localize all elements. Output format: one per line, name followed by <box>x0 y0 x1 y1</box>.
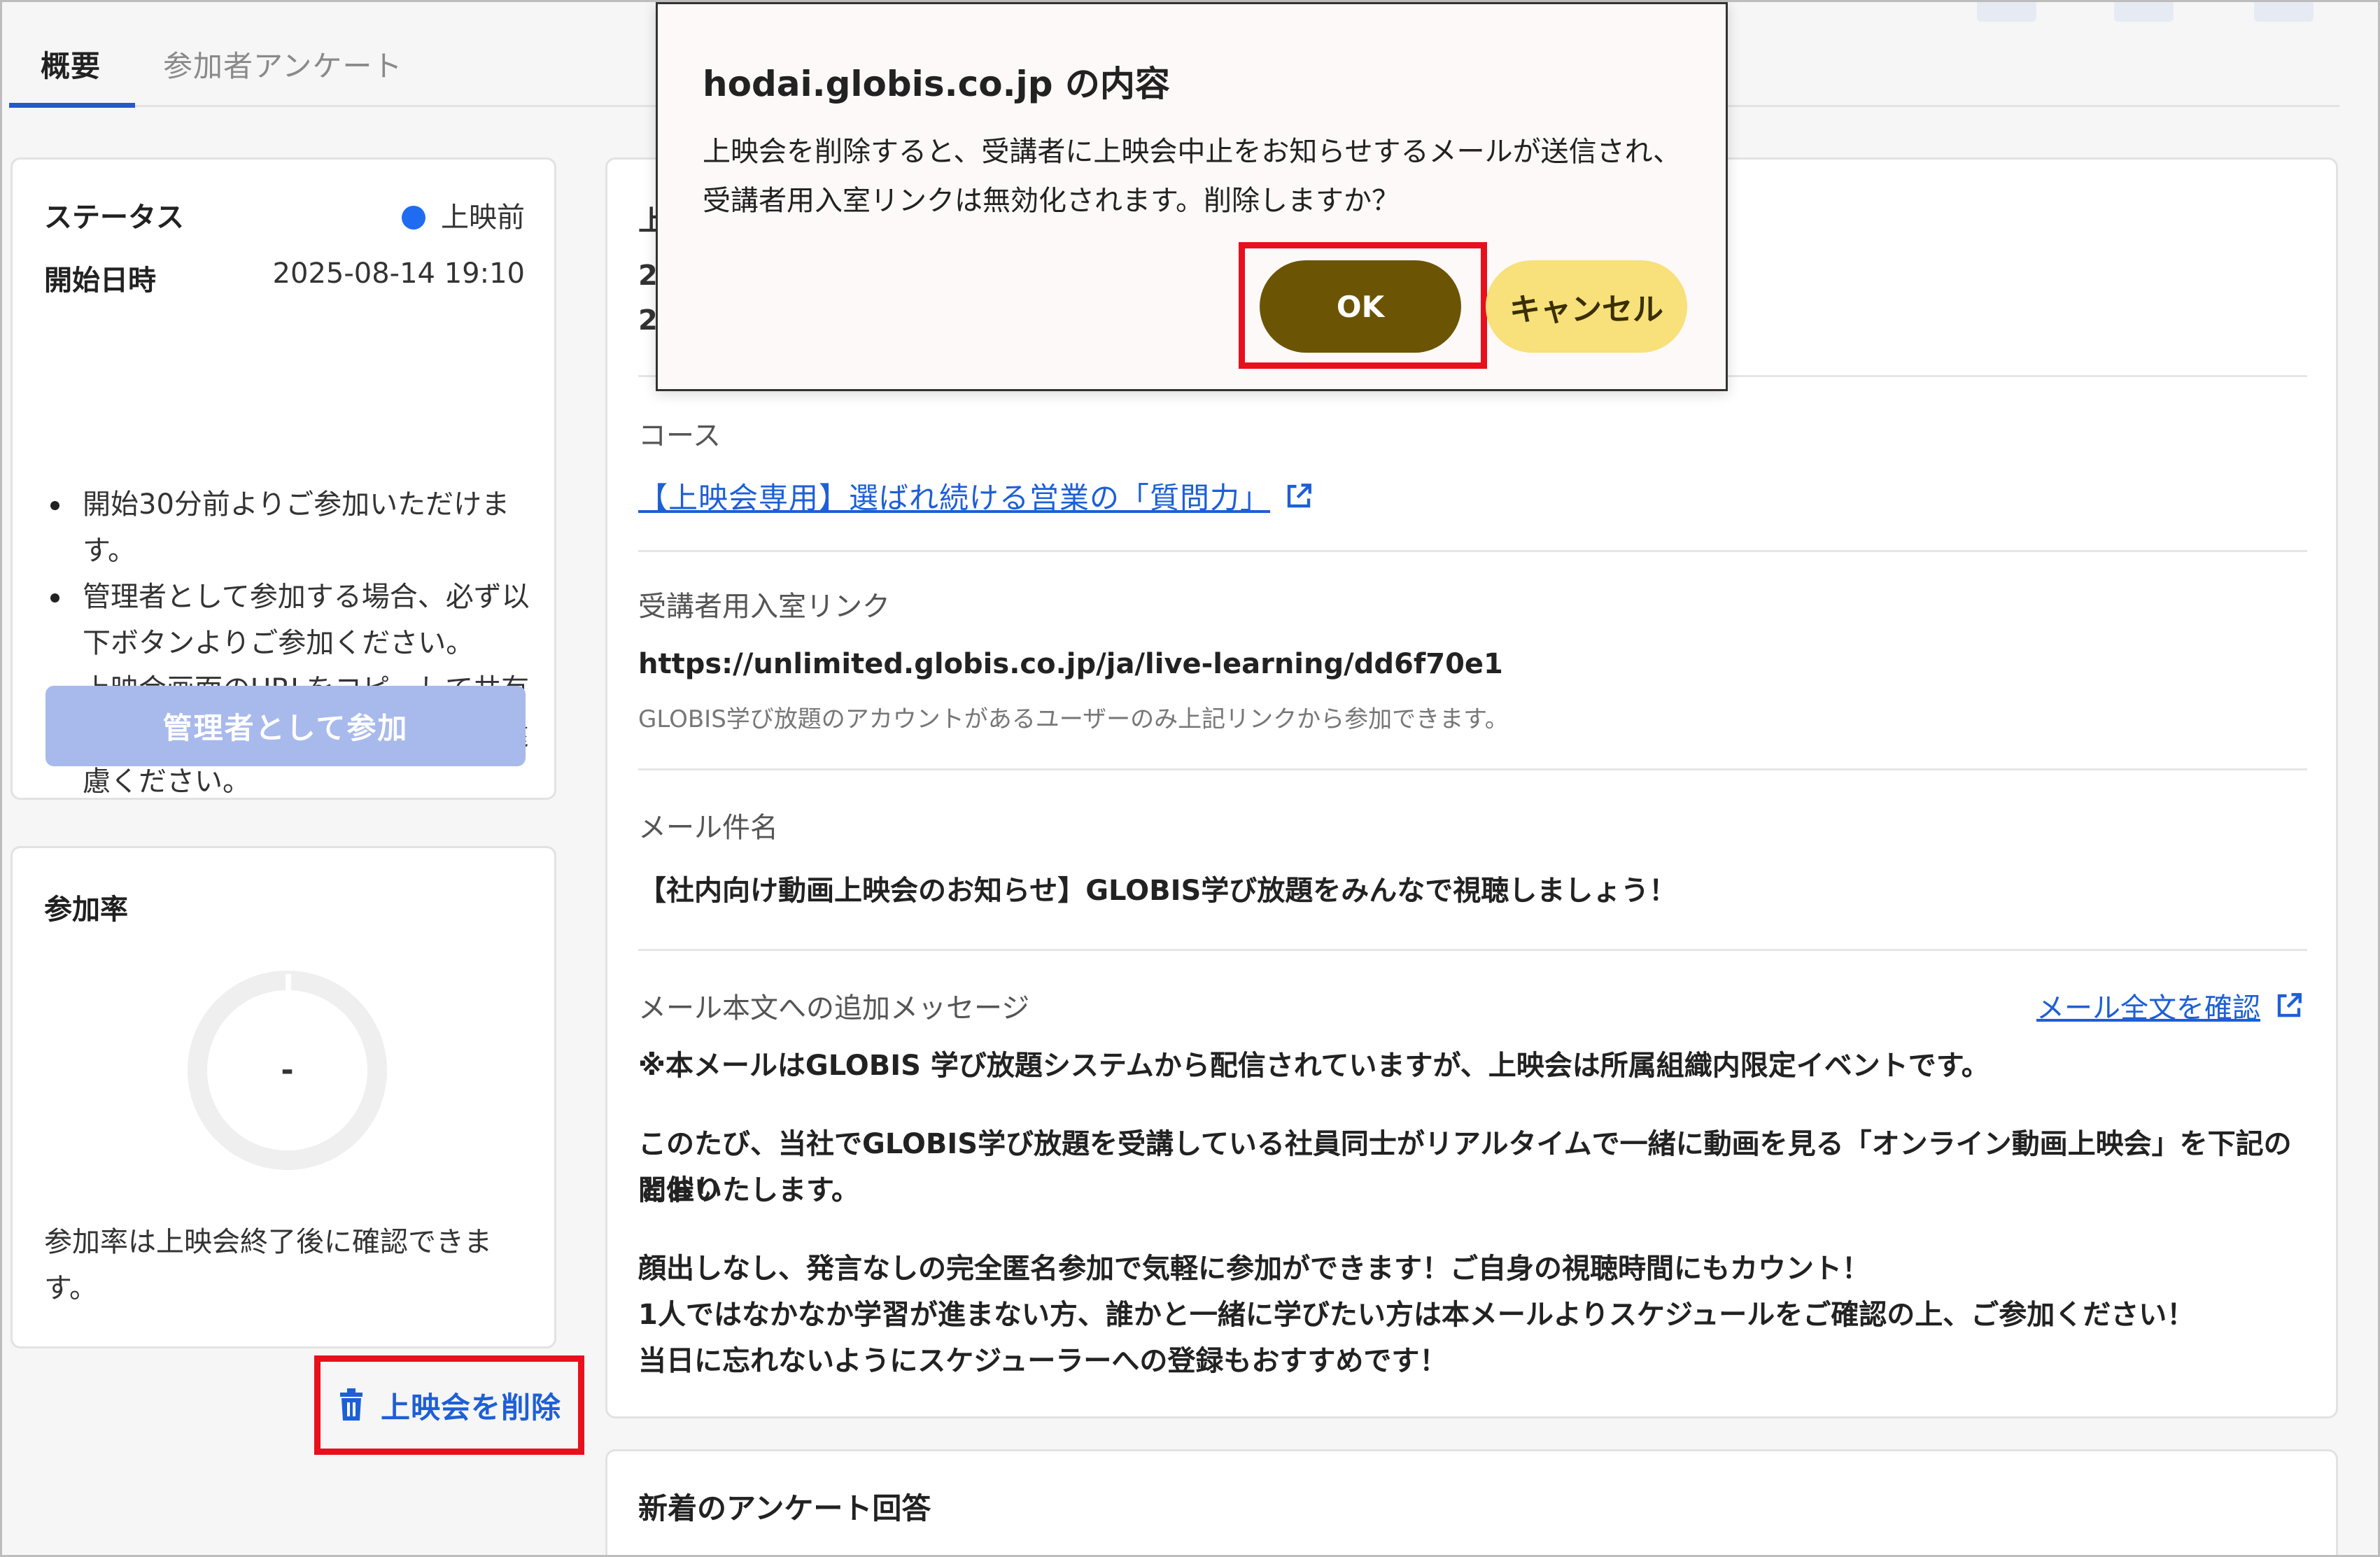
message-paragraph: 開催いたします。 <box>638 1174 859 1206</box>
divider <box>638 949 2307 951</box>
message-paragraph: ※本メールはGLOBIS 学び放題システムから配信されていますが、上映会は所属組… <box>638 1050 1990 1082</box>
divider <box>638 550 2307 552</box>
survey-card-title: 新着のアンケート回答 <box>638 1491 931 1526</box>
mail-subject: 【社内向け動画上映会のお知らせ】GLOBIS学び放題をみんなで視聴しましょう！ <box>638 875 1677 907</box>
room-link-hint: GLOBIS学び放題のアカウントがあるユーザーのみ上記リンクから参加できます。 <box>638 705 1509 733</box>
new-survey-answers-card: 新着のアンケート回答 <box>605 1449 2338 1555</box>
message-paragraph: 顔出しなし、発言なしの完全匿名参加で気軽に参加ができます！ご自身の視聴時間にもカ… <box>638 1253 1870 1285</box>
course-link[interactable]: 【上映会専用】選ばれ続ける営業の「質問力」 <box>638 474 1314 517</box>
course-link-text: 【上映会専用】選ばれ続ける営業の「質問力」 <box>638 481 1271 515</box>
mail-fulltext-link[interactable]: メール全文を確認 <box>2036 985 2304 1026</box>
dialog-message-line: 受講者用入室リンクは無効化されます。削除しますか？ <box>703 185 1400 217</box>
confirm-dialog: hodai.globis.co.jp の内容 上映会を削除すると、受講者に上映会… <box>656 2 1728 391</box>
divider <box>638 768 2307 770</box>
room-link-label: 受講者用入室リンク <box>638 591 890 623</box>
page-frame: 概要 参加者アンケート ステータス 上映前 開始日時 2025-08-14 19… <box>0 0 2380 1557</box>
attendance-rate-card: 参加率 - 参加率は上映会終了後に確認できます。 <box>10 846 556 1348</box>
tab-survey[interactable]: 参加者アンケート <box>163 43 402 85</box>
external-link-icon <box>2277 993 2302 1017</box>
note-item: 管理者として参加する場合、必ず以下ボタンよりご参加ください。 <box>50 574 530 666</box>
cancel-button[interactable]: キャンセル <box>1486 260 1687 353</box>
rate-value: - <box>281 1052 294 1088</box>
course-label: コース <box>638 420 721 452</box>
dialog-title: hodai.globis.co.jp の内容 <box>703 64 1170 104</box>
join-as-admin-button[interactable]: 管理者として参加 <box>45 686 526 766</box>
status-label: ステータス <box>44 202 184 234</box>
status-card: ステータス 上映前 開始日時 2025-08-14 19:10 開始30分前より… <box>10 157 556 800</box>
start-label: 開始日時 <box>44 265 156 297</box>
message-paragraph: 当日に忘れないようにスケジューラーへの登録もおすすめです！ <box>638 1345 1448 1377</box>
note-item: 開始30分前よりご参加いただけます。 <box>50 481 530 574</box>
active-tab-indicator <box>9 103 135 108</box>
mail-message-label: メール本文への追加メッセージ <box>638 992 1030 1024</box>
delete-link-label: 上映会を削除 <box>380 1390 561 1425</box>
status-dot-icon <box>402 206 425 230</box>
ok-button[interactable]: OK <box>1260 260 1461 353</box>
delete-screening-link[interactable]: 上映会を削除 <box>314 1355 584 1455</box>
dialog-message: 上映会を削除すると、受講者に上映会中止をお知らせするメールが送信され、 受講者用… <box>703 127 1682 225</box>
dialog-message-line: 上映会を削除すると、受講者に上映会中止をお知らせするメールが送信され、 <box>703 136 1681 168</box>
message-paragraph: 1人ではなかなか学習が進まない方、誰かと一緒に学びたい方は本メールよりスケジュー… <box>638 1299 2195 1331</box>
status-value: 上映前 <box>402 195 525 235</box>
mail-subject-label: メール件名 <box>638 812 778 844</box>
rate-note: 参加率は上映会終了後に確認できます。 <box>44 1226 492 1304</box>
mail-fulltext-link-text: メール全文を確認 <box>2036 992 2260 1024</box>
trash-icon <box>339 1388 362 1421</box>
room-link-url: https://unlimited.globis.co.jp/ja/live-l… <box>638 648 1503 680</box>
tab-overview[interactable]: 概要 <box>41 43 101 85</box>
start-value: 2025-08-14 19:10 <box>272 258 525 290</box>
rate-title: 参加率 <box>44 894 128 926</box>
status-text: 上映前 <box>441 202 525 234</box>
external-link-icon <box>1287 483 1311 507</box>
